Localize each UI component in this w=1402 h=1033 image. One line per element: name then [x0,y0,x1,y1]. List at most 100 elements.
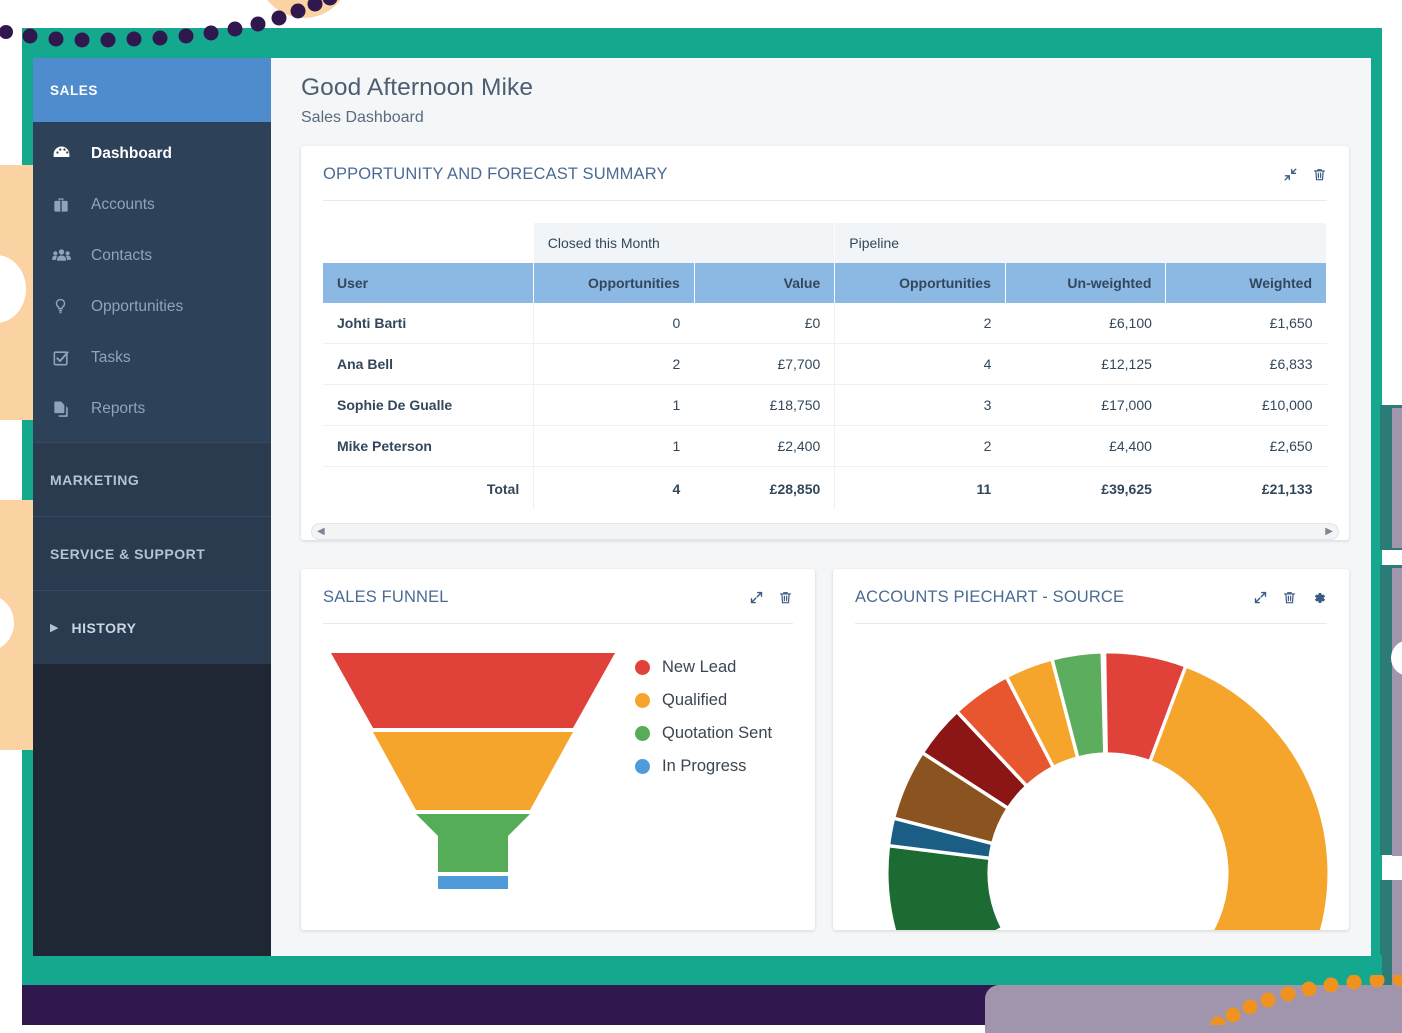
gear-icon[interactable] [1311,590,1327,606]
collapse-icon[interactable] [1283,167,1298,182]
sidebar-item-contacts[interactable]: Contacts [33,230,271,281]
cell-total-unweighted: £39,625 [1005,467,1166,510]
group-header-blank [323,223,534,263]
table-total-row: Total 4 £28,850 11 £39,625 £21,133 [323,467,1327,510]
card-header: OPPORTUNITY AND FORECAST SUMMARY [301,146,1349,200]
column-header-closed-value[interactable]: Value [694,263,834,303]
card-title: ACCOUNTS PIECHART - SOURCE [855,588,1124,607]
column-header-weighted[interactable]: Weighted [1166,263,1327,303]
legend-label: In Progress [662,757,746,776]
dashboard-gauge-icon [51,143,81,164]
cell-closed-opportunities: 0 [534,303,695,344]
sidebar-module-header[interactable]: SALES [33,58,271,122]
cell-user: Ana Bell [323,344,534,385]
group-header-closed-this-month: Closed this Month [534,223,835,263]
cell-closed-value: £0 [694,303,834,344]
trash-icon[interactable] [1282,589,1297,606]
cell-weighted: £2,650 [1166,426,1327,467]
main-content: Good Afternoon Mike Sales Dashboard OPPO… [271,58,1371,956]
column-header-pipeline-opportunities[interactable]: Opportunities [835,263,1006,303]
sidebar-module-label: SALES [50,83,98,98]
sidebar-nav: Dashboard Accounts [33,122,271,442]
cell-unweighted: £6,100 [1005,303,1166,344]
card-actions [1283,166,1327,183]
column-header-closed-opportunities[interactable]: Opportunities [534,263,695,303]
table-group-header-row: Closed this Month Pipeline [323,223,1327,263]
sidebar-section-label: SERVICE & SUPPORT [50,546,205,562]
legend-swatch-quotation-sent [635,726,650,741]
sidebar-item-opportunities[interactable]: Opportunities [33,281,271,332]
funnel-chart [323,640,623,924]
sidebar-item-label: Reports [91,400,145,418]
card-actions [1253,589,1327,606]
decorative-mauve-block-2 [1392,568,1402,856]
sidebar-item-label: Accounts [91,196,155,214]
cell-weighted: £1,650 [1166,303,1327,344]
cell-pipeline-opportunities: 3 [835,385,1006,426]
page-greeting: Good Afternoon Mike [301,74,1349,102]
legend-item[interactable]: New Lead [635,658,772,677]
table-row[interactable]: Ana Bell 2 £7,700 4 £12,125 £6,833 [323,344,1327,385]
chevron-right-icon: ▶ [50,621,58,634]
sidebar-section-history[interactable]: ▶ HISTORY [33,590,271,664]
forecast-table: Closed this Month Pipeline User Opportun… [323,223,1327,509]
cell-pipeline-opportunities: 2 [835,426,1006,467]
cell-user: Mike Peterson [323,426,534,467]
sidebar-item-dashboard[interactable]: Dashboard [33,128,271,179]
column-header-user[interactable]: User [323,263,534,303]
people-icon [51,245,81,266]
sidebar-item-label: Tasks [91,349,131,367]
scroll-left-arrow-icon[interactable]: ◀ [317,526,325,537]
table-horizontal-scrollbar[interactable]: ◀ ▶ [311,523,1339,540]
legend-label: New Lead [662,658,736,677]
legend-item[interactable]: Quotation Sent [635,724,772,743]
briefcase-icon [51,195,81,215]
card-header: SALES FUNNEL [301,569,815,623]
sidebar-section-label: HISTORY [71,620,136,636]
legend-swatch-in-progress [635,759,650,774]
legend-label: Qualified [662,691,727,710]
cell-pipeline-opportunities: 4 [835,344,1006,385]
sidebar-section-service-support[interactable]: SERVICE & SUPPORT [33,516,271,590]
sidebar-item-accounts[interactable]: Accounts [33,179,271,230]
cell-closed-value: £7,700 [694,344,834,385]
funnel-segment-qualified [373,732,573,810]
opportunity-forecast-card: OPPORTUNITY AND FORECAST SUMMARY [301,146,1349,540]
table-row[interactable]: Mike Peterson 1 £2,400 2 £4,400 £2,650 [323,426,1327,467]
expand-icon[interactable] [1253,590,1268,605]
legend-item[interactable]: Qualified [635,691,772,710]
sidebar-section-label: MARKETING [50,472,139,488]
sidebar-section-marketing[interactable]: MARKETING [33,442,271,516]
cell-unweighted: £12,125 [1005,344,1166,385]
table-body: Johti Barti 0 £0 2 £6,100 £1,650 Ana Bel… [323,303,1327,509]
sidebar-item-reports[interactable]: Reports [33,383,271,434]
card-title: OPPORTUNITY AND FORECAST SUMMARY [323,165,668,184]
cell-closed-value: £18,750 [694,385,834,426]
table-row[interactable]: Sophie De Gualle 1 £18,750 3 £17,000 £10… [323,385,1327,426]
cell-total-closed-opportunities: 4 [534,467,695,510]
pie-chart-body [833,624,1349,930]
accounts-piechart-card: ACCOUNTS PIECHART - SOURCE [833,569,1349,930]
sidebar-item-label: Dashboard [91,145,172,163]
funnel-body: New Lead Qualified Quotation Sent I [301,624,815,924]
cell-closed-opportunities: 2 [534,344,695,385]
sidebar-item-tasks[interactable]: Tasks [33,332,271,383]
table-header-row: User Opportunities Value Opportunities U… [323,263,1327,303]
decorative-mauve-block-1 [1392,408,1402,548]
scroll-right-arrow-icon[interactable]: ▶ [1325,526,1333,537]
table-row[interactable]: Johti Barti 0 £0 2 £6,100 £1,650 [323,303,1327,344]
group-header-pipeline: Pipeline [835,223,1327,263]
accounts-donut-chart [873,638,1343,930]
trash-icon[interactable] [778,589,793,606]
column-header-unweighted[interactable]: Un-weighted [1005,263,1166,303]
dashboard-bottom-row: SALES FUNNEL [301,550,1349,930]
cell-total-weighted: £21,133 [1166,467,1327,510]
trash-icon[interactable] [1312,166,1327,183]
sidebar: SALES Dashboard Ac [33,58,271,956]
card-header: ACCOUNTS PIECHART - SOURCE [833,569,1349,623]
cell-closed-value: £2,400 [694,426,834,467]
legend-item[interactable]: In Progress [635,757,772,776]
expand-icon[interactable] [749,590,764,605]
cell-total-closed-value: £28,850 [694,467,834,510]
funnel-legend: New Lead Qualified Quotation Sent I [623,640,772,924]
